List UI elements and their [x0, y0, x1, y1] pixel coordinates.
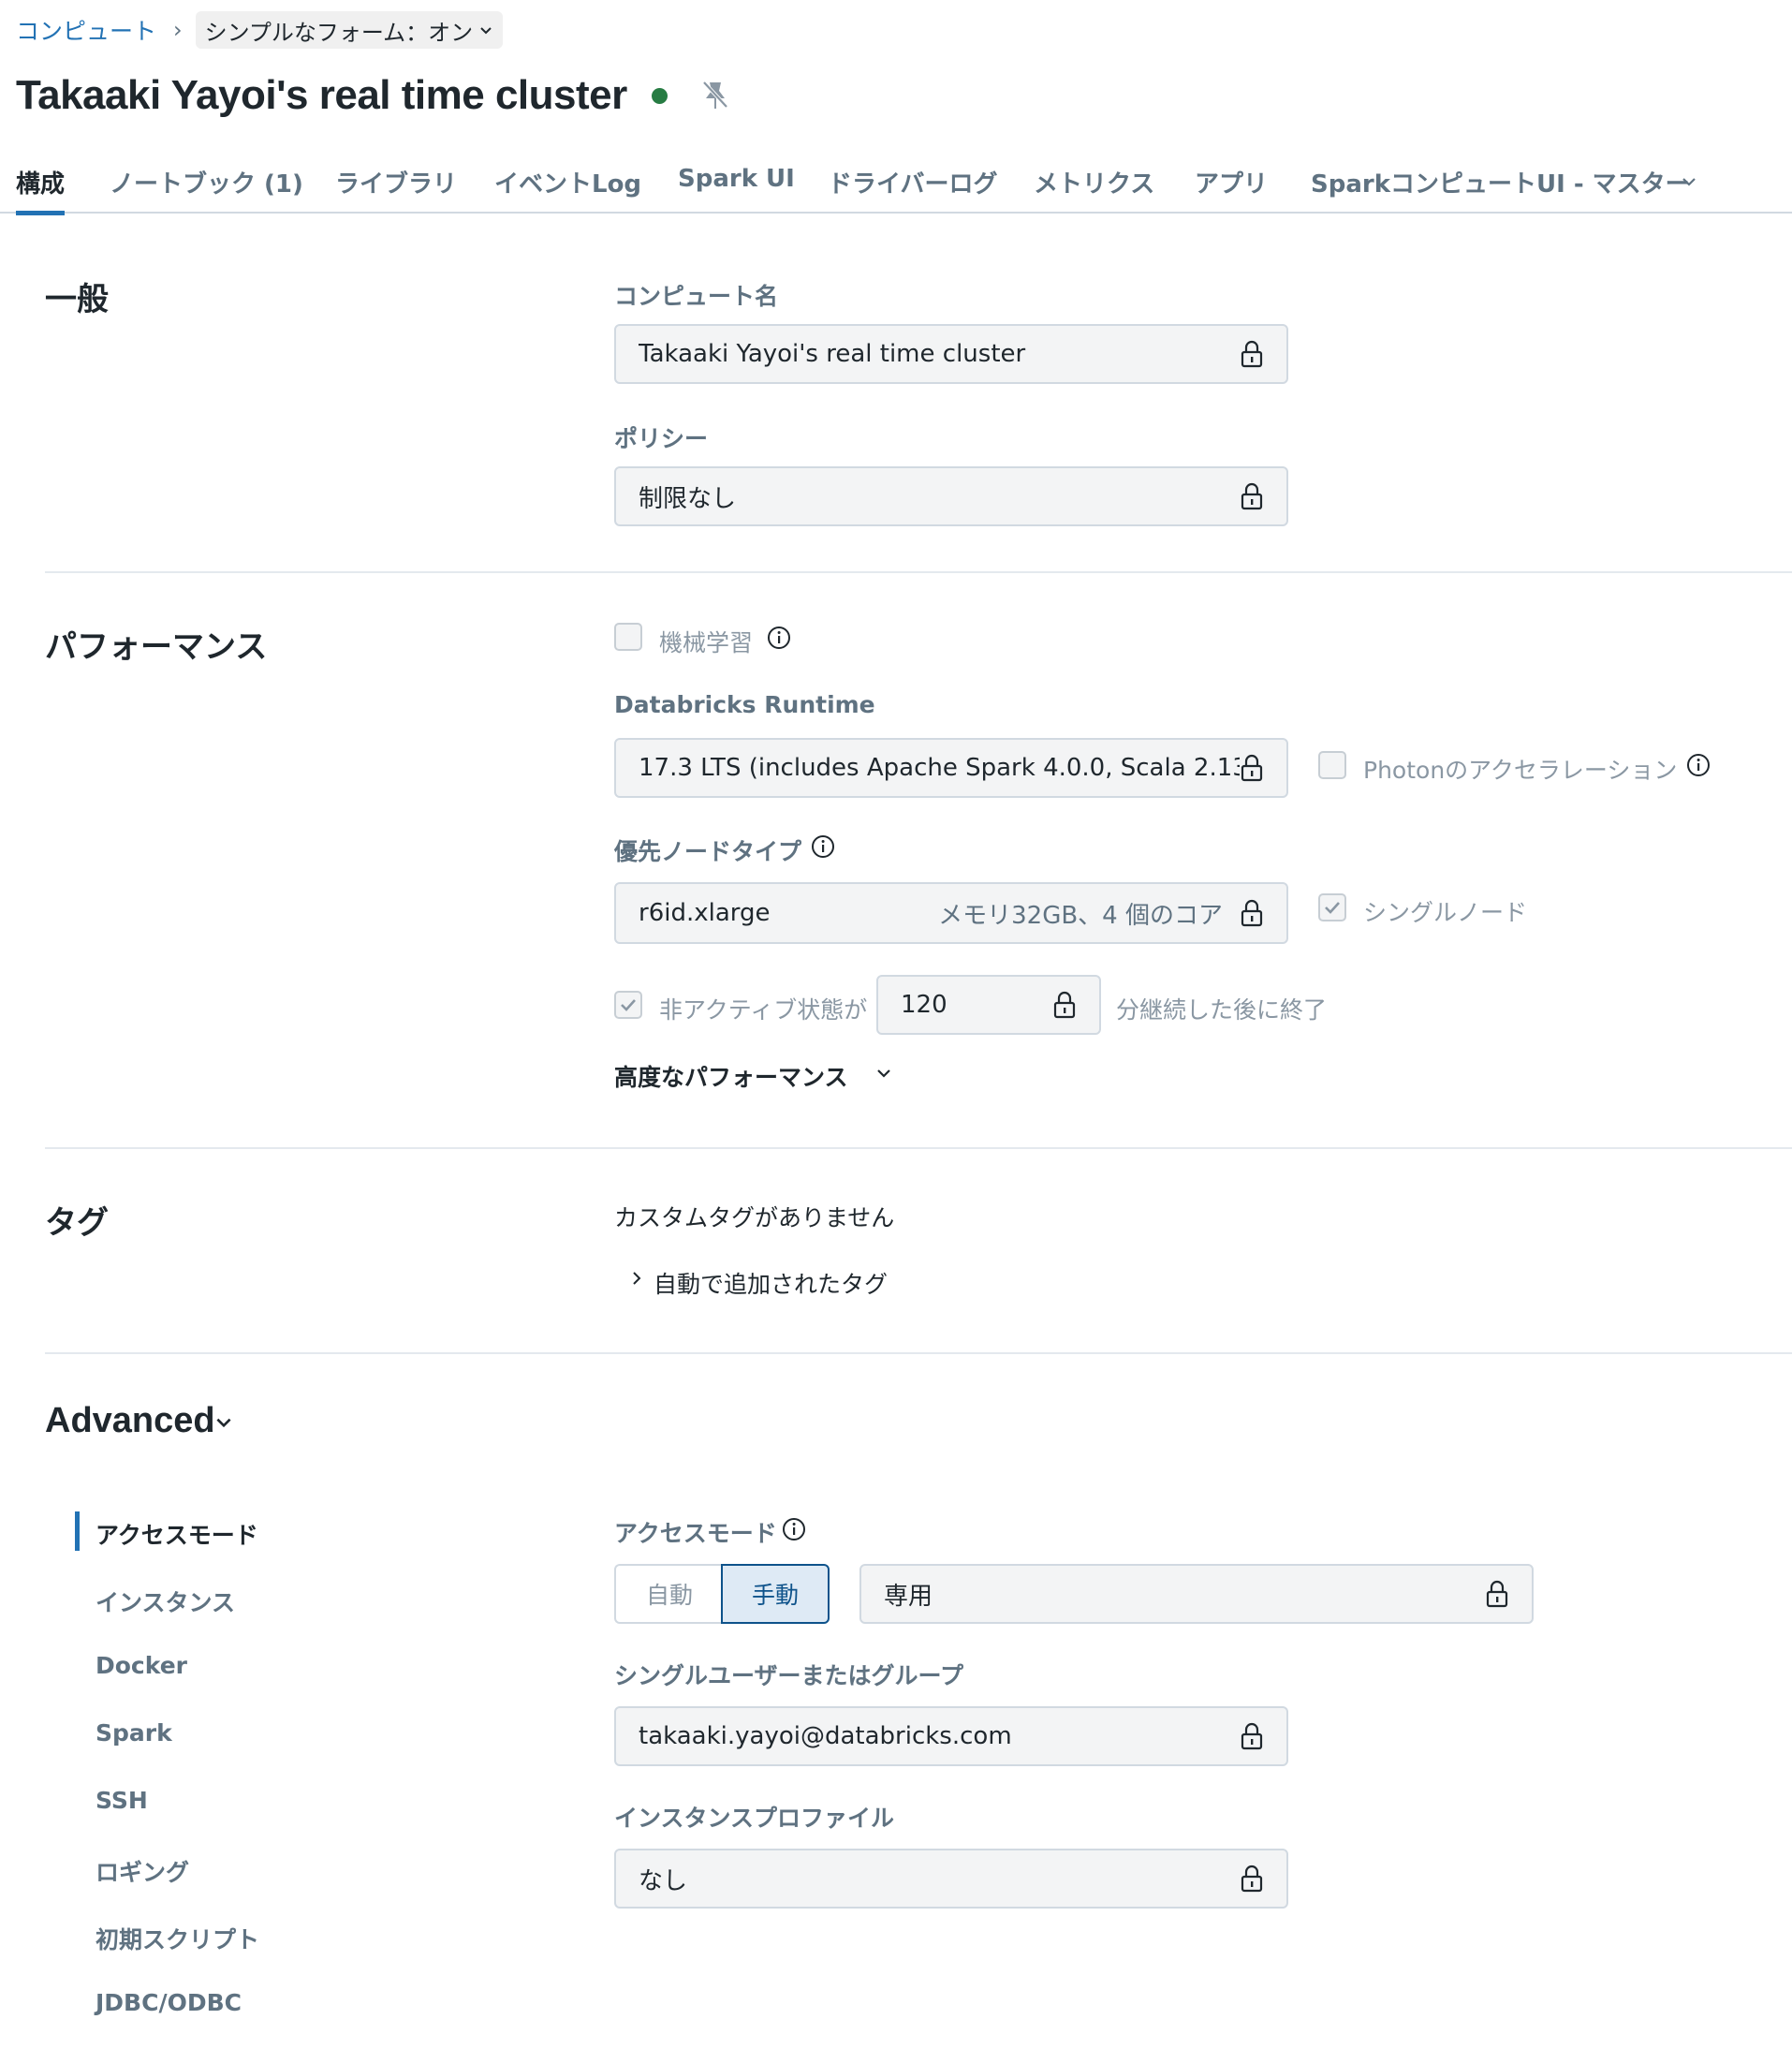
breadcrumb-compute-link[interactable]: コンピュート [16, 13, 156, 47]
instance-profile-field[interactable]: なし [614, 1849, 1288, 1909]
status-running-dot [651, 87, 668, 104]
active-nav-indicator [75, 1511, 80, 1551]
page-title: Takaaki Yayoi's real time cluster [16, 72, 627, 118]
lock-icon [1240, 339, 1264, 369]
section-performance-heading: パフォーマンス [45, 628, 268, 666]
lock-icon [1240, 481, 1264, 511]
chevron-down-icon[interactable] [874, 1064, 893, 1083]
tab-event-log[interactable]: イベントLog [494, 165, 641, 214]
compute-name-field[interactable]: Takaaki Yayoi's real time cluster [614, 324, 1288, 384]
tab-bar: 構成 ノートブック (1) ライブラリ イベントLog Spark UI ドライ… [0, 157, 1792, 215]
node-type-label: 優先ノードタイプ [614, 838, 802, 865]
runtime-field[interactable]: 17.3 LTS (includes Apache Spark 4.0.0, S… [614, 738, 1288, 798]
adv-nav-jdbc-odbc[interactable]: JDBC/ODBC [95, 1989, 242, 2016]
info-icon[interactable] [1686, 753, 1711, 777]
auto-terminate-checkbox[interactable] [614, 991, 642, 1019]
tab-driver-logs[interactable]: ドライバーログ [828, 165, 997, 214]
auto-terminate-minutes-field[interactable]: 120 [876, 975, 1101, 1035]
single-user-field[interactable]: takaaki.yayoi@databricks.com [614, 1706, 1288, 1766]
tab-metrics[interactable]: メトリクス [1034, 165, 1154, 214]
adv-nav-logging[interactable]: ロギング [95, 1854, 189, 1888]
adv-nav-instances[interactable]: インスタンス [95, 1585, 235, 1618]
adv-nav-access-mode[interactable]: アクセスモード [95, 1517, 258, 1551]
tab-libraries[interactable]: ライブラリ [335, 165, 457, 214]
policy-label: ポリシー [614, 425, 709, 452]
single-user-label: シングルユーザーまたはグループ [614, 1662, 964, 1689]
chevron-right-icon[interactable] [629, 1270, 644, 1287]
info-icon[interactable] [811, 834, 835, 859]
breadcrumb-separator: › [173, 17, 183, 43]
tab-configuration[interactable]: 構成 [16, 165, 66, 215]
auto-terminate-suffix: 分継続した後に終了 [1116, 996, 1328, 1024]
single-node-label: シングルノード [1363, 899, 1528, 926]
checkmark-icon [621, 999, 636, 1011]
ml-runtime-checkbox[interactable] [614, 623, 642, 651]
unpin-icon[interactable] [701, 80, 729, 111]
adv-nav-docker[interactable]: Docker [95, 1652, 187, 1679]
section-general-heading: 一般 [45, 281, 109, 318]
tab-notebooks[interactable]: ノートブック (1) [110, 165, 303, 214]
single-user-value: takaaki.yayoi@databricks.com [639, 1722, 1012, 1750]
runtime-label: Databricks Runtime [614, 691, 875, 718]
section-divider [45, 571, 1792, 573]
single-node-checkbox[interactable] [1318, 893, 1346, 921]
chevron-down-icon [480, 27, 492, 35]
more-tabs-chevron-icon[interactable] [1680, 172, 1698, 191]
tab-apps[interactable]: アプリ [1195, 165, 1268, 214]
lock-icon [1240, 753, 1264, 783]
ml-runtime-label: 機械学習 [659, 629, 754, 656]
compute-name-label: コンピュート名 [614, 283, 779, 310]
lock-icon [1240, 1864, 1264, 1894]
node-type-value: r6id.xlarge [639, 899, 771, 927]
access-mode-value: 専用 [884, 1582, 933, 1611]
no-custom-tags-text: カスタムタグがありません [614, 1204, 895, 1231]
access-mode-manual-option[interactable]: 手動 [721, 1564, 830, 1624]
lock-icon [1240, 898, 1264, 928]
access-mode-auto-option[interactable]: 自動 [614, 1564, 723, 1624]
advanced-heading[interactable]: Advanced [45, 1401, 215, 1441]
auto-added-tags-toggle[interactable]: 自動で追加されたタグ [654, 1266, 888, 1300]
adv-nav-spark[interactable]: Spark [95, 1719, 172, 1747]
lock-icon [1052, 990, 1077, 1020]
adv-nav-init-scripts[interactable]: 初期スクリプト [95, 1922, 259, 1955]
simple-form-toggle-label: シンプルなフォーム：オン [204, 19, 474, 46]
chevron-down-icon[interactable] [213, 1412, 234, 1433]
section-tags-heading: タグ [45, 1204, 109, 1242]
photon-label: Photonのアクセラレーション [1363, 757, 1678, 784]
auto-terminate-prefix: 非アクティブ状態が [659, 996, 868, 1024]
node-type-spec: メモリ32GB、4 個のコア [938, 901, 1223, 930]
checkmark-icon [1325, 902, 1340, 914]
info-icon[interactable] [782, 1517, 806, 1541]
tab-spark-ui[interactable]: Spark UI [678, 165, 795, 214]
info-icon[interactable] [767, 626, 791, 650]
access-mode-field[interactable]: 専用 [859, 1564, 1534, 1624]
photon-checkbox[interactable] [1318, 751, 1346, 779]
title-row: Takaaki Yayoi's real time cluster [16, 66, 729, 125]
auto-terminate-minutes-value: 120 [901, 991, 947, 1019]
access-mode-label: アクセスモード [614, 1520, 777, 1547]
tab-spark-compute-ui-master[interactable]: SparkコンピュートUI - マスター [1311, 165, 1690, 214]
section-divider [45, 1147, 1792, 1149]
adv-nav-ssh[interactable]: SSH [95, 1787, 148, 1814]
lock-icon [1485, 1579, 1509, 1609]
policy-field[interactable]: 制限なし [614, 466, 1288, 526]
breadcrumb: コンピュート › シンプルなフォーム：オン [16, 11, 504, 49]
runtime-value: 17.3 LTS (includes Apache Spark 4.0.0, S… [639, 754, 1240, 782]
simple-form-toggle[interactable]: シンプルなフォーム：オン [195, 11, 504, 49]
compute-name-value: Takaaki Yayoi's real time cluster [639, 340, 1026, 368]
instance-profile-value: なし [639, 1866, 688, 1895]
advanced-performance-toggle[interactable]: 高度なパフォーマンス [614, 1059, 848, 1093]
node-type-field[interactable]: r6id.xlarge メモリ32GB、4 個のコア [614, 882, 1288, 944]
policy-value: 制限なし [639, 484, 737, 513]
lock-icon [1240, 1721, 1264, 1751]
section-divider [45, 1352, 1792, 1354]
instance-profile-label: インスタンスプロファイル [614, 1805, 895, 1832]
